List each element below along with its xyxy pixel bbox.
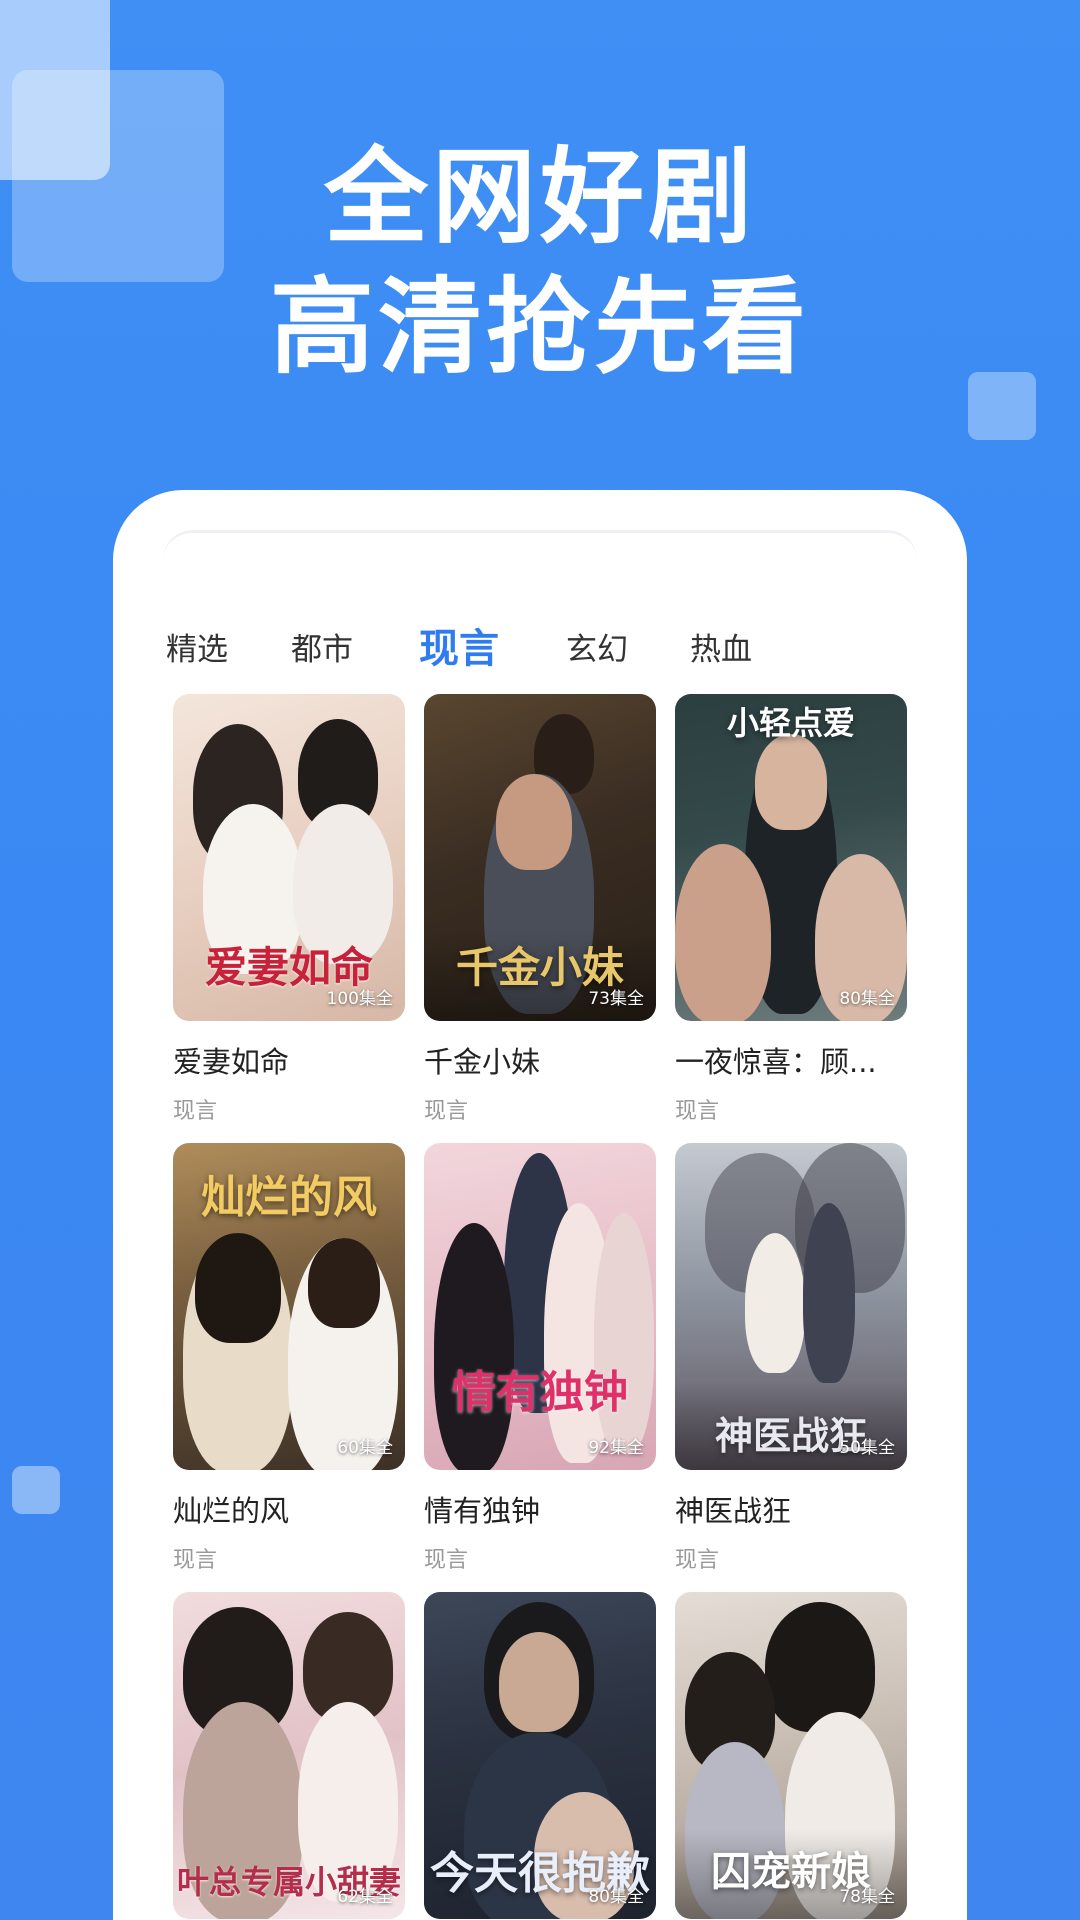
episode-count: 80集全 [588, 1887, 644, 1907]
drama-genre: 现言 [424, 1099, 469, 1124]
poster-title-text: 情有独钟 [452, 1367, 628, 1418]
poster-title-text: 小轻点爱 [726, 704, 855, 742]
drama-genre: 现言 [173, 1099, 218, 1124]
tab-featured[interactable]: 精选 [166, 624, 228, 669]
drama-title: 神医战狂 [675, 1494, 792, 1528]
drama-card[interactable]: 今天很抱歉 80集全 [424, 1592, 656, 1920]
drama-poster[interactable]: 情有独钟 92集全 [424, 1143, 656, 1470]
tab-urban[interactable]: 都市 [291, 624, 353, 669]
phone-mockup: 精选 都市 现言 玄幻 热血 爱妻如命 100集全 爱妻如命 现言 千金小妹 7… [113, 490, 967, 1920]
drama-poster[interactable]: 叶总专属小甜妻 62集全 [173, 1592, 405, 1919]
drama-poster[interactable]: 千金小妹 73集全 [424, 694, 656, 1021]
episode-count: 73集全 [588, 989, 644, 1009]
drama-title: 爱妻如命 [173, 1045, 290, 1079]
tab-modern-romance[interactable]: 现言 [419, 616, 499, 674]
drama-poster[interactable]: 小轻点爱 80集全 [675, 694, 907, 1021]
drama-card[interactable]: 神医战狂 50集全 神医战狂 现言 [675, 1143, 907, 1574]
drama-genre: 现言 [675, 1548, 720, 1573]
drama-poster[interactable]: 今天很抱歉 80集全 [424, 1592, 656, 1919]
drama-genre: 现言 [675, 1099, 720, 1124]
decorative-square-small-left [12, 1466, 60, 1514]
headline-line-1: 全网好剧 [323, 136, 756, 258]
drama-poster[interactable]: 爱妻如命 100集全 [173, 694, 405, 1021]
drama-card[interactable]: 囚宠新娘 78集全 [675, 1592, 907, 1920]
headline-line-2: 高清抢先看 [269, 266, 810, 388]
drama-poster[interactable]: 灿烂的风 60集全 [173, 1143, 405, 1470]
drama-title: 一夜惊喜：顾... [675, 1045, 877, 1079]
episode-count: 62集全 [337, 1887, 393, 1907]
drama-genre: 现言 [424, 1548, 469, 1573]
episode-count: 60集全 [337, 1438, 393, 1458]
episode-count: 78集全 [839, 1887, 895, 1907]
episode-count: 80集全 [839, 989, 895, 1009]
drama-genre: 现言 [173, 1548, 218, 1573]
drama-card[interactable]: 爱妻如命 100集全 爱妻如命 现言 [173, 694, 405, 1125]
episode-count: 92集全 [588, 1438, 644, 1458]
tab-action[interactable]: 热血 [690, 624, 752, 669]
drama-title: 灿烂的风 [173, 1494, 290, 1528]
drama-title: 千金小妹 [424, 1045, 541, 1079]
drama-card[interactable]: 小轻点爱 80集全 一夜惊喜：顾... 现言 [675, 694, 907, 1125]
poster-title-text: 灿烂的风 [201, 1172, 377, 1223]
episode-count: 100集全 [326, 989, 393, 1009]
drama-card[interactable]: 情有独钟 92集全 情有独钟 现言 [424, 1143, 656, 1574]
category-tabs: 精选 都市 现言 玄幻 热血 [113, 610, 967, 680]
tab-fantasy[interactable]: 玄幻 [566, 624, 628, 669]
phone-header-divider [163, 530, 917, 573]
drama-poster[interactable]: 囚宠新娘 78集全 [675, 1592, 907, 1919]
drama-poster[interactable]: 神医战狂 50集全 [675, 1143, 907, 1470]
drama-title: 情有独钟 [424, 1494, 541, 1528]
drama-card[interactable]: 叶总专属小甜妻 62集全 [173, 1592, 405, 1920]
drama-card[interactable]: 千金小妹 73集全 千金小妹 现言 [424, 694, 656, 1125]
episode-count: 50集全 [839, 1438, 895, 1458]
drama-card[interactable]: 灿烂的风 60集全 灿烂的风 现言 [173, 1143, 405, 1574]
